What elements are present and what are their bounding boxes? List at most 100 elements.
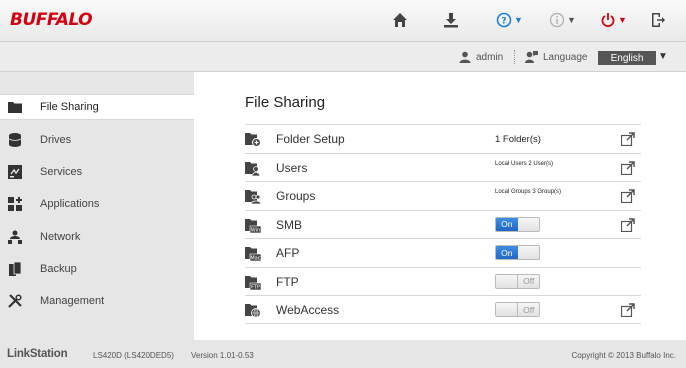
power-icon (601, 13, 615, 27)
row-label: Groups (276, 189, 316, 203)
toggle-on-label: On (496, 217, 518, 231)
svg-text:?: ? (501, 17, 506, 27)
win-folder-icon: Win (245, 218, 261, 233)
sidebar-item-label: Management (40, 295, 105, 307)
toggle-knob (496, 303, 517, 316)
folder-add-icon (245, 133, 261, 147)
info-menu-button[interactable]: ▼ (549, 9, 576, 31)
settings-row-afp[interactable]: Mac AFP On (245, 238, 641, 267)
row-label: SMB (276, 217, 303, 232)
language-dropdown-icon[interactable]: ▼ (658, 51, 668, 62)
sidebar-item-drives[interactable]: Drives (0, 127, 194, 153)
file-sharing-settings-list: Folder Setup 1 Folder(s) Users Local Use… (245, 124, 641, 324)
row-label: Folder Setup (276, 132, 345, 146)
home-icon (393, 13, 407, 27)
applications-icon (8, 197, 22, 211)
external-link-icon[interactable] (621, 189, 635, 203)
sidebar-item-services[interactable]: Services (0, 159, 194, 185)
download-button[interactable] (443, 9, 459, 31)
database-icon (8, 133, 22, 147)
sidebar-item-backup[interactable]: Backup (0, 256, 194, 282)
row-label: FTP (276, 274, 299, 289)
ftp-toggle[interactable]: Off (495, 273, 540, 289)
user-icon (459, 51, 471, 63)
external-link-icon[interactable] (621, 303, 635, 317)
sidebar-item-label: Backup (40, 263, 77, 275)
svg-text:Mac: Mac (250, 256, 260, 261)
logout-button[interactable] (650, 9, 666, 31)
buffalo-logo: BUFFALO (10, 10, 93, 30)
sidebar-item-management[interactable]: Management (0, 288, 194, 314)
page-title: File Sharing (245, 94, 326, 111)
firmware-version: Version 1.01-0.53 (191, 351, 254, 360)
help-menu-button[interactable]: ? ▼ (496, 9, 523, 31)
language-icon (525, 51, 538, 63)
group-folder-icon (245, 190, 261, 204)
user-bar: admin Language English ▼ (0, 42, 686, 72)
info-icon (549, 12, 565, 28)
help-caret-icon: ▼ (514, 15, 523, 25)
language-label: Language (543, 51, 588, 63)
settings-row-users[interactable]: Users Local Users 2 User(s) (245, 152, 641, 182)
sidebar-item-label: Applications (40, 198, 100, 210)
row-value: Local Users 2 User(s) (495, 160, 554, 167)
product-brand: LinkStation (7, 348, 68, 360)
webaccess-toggle[interactable]: Off (495, 302, 540, 317)
sidebar-item-applications[interactable]: Applications (0, 191, 194, 217)
settings-row-groups[interactable]: Groups Local Groups 3 Group(s) (245, 181, 641, 210)
afp-toggle[interactable]: On (495, 245, 540, 260)
external-link-icon[interactable] (621, 217, 635, 232)
backup-icon (8, 262, 22, 276)
user-folder-icon (245, 161, 261, 176)
toggle-off-label: Off (517, 303, 539, 316)
top-header: BUFFALO ? ▼ ▼ ▼ (0, 0, 686, 42)
toggle-knob (518, 246, 540, 259)
home-button[interactable] (392, 9, 408, 31)
sidebar-item-file-sharing[interactable]: File Sharing (0, 94, 196, 120)
toggle-on-label: On (496, 246, 518, 259)
settings-row-smb[interactable]: Win SMB On (245, 209, 641, 239)
services-icon (8, 165, 22, 179)
sidebar-item-label: Network (40, 231, 81, 243)
settings-row-folder-setup[interactable]: Folder Setup 1 Folder(s) (245, 124, 641, 153)
network-icon (8, 230, 22, 244)
svg-text:FTP: FTP (251, 284, 260, 289)
svg-text:Win: Win (251, 227, 260, 232)
sidebar-item-network[interactable]: Network (0, 224, 194, 250)
power-caret-icon: ▼ (618, 15, 627, 25)
external-link-icon[interactable] (621, 132, 635, 146)
settings-row-webaccess[interactable]: WebAccess Off (245, 295, 641, 324)
download-icon (444, 13, 458, 28)
settings-row-ftp[interactable]: FTP FTP Off (245, 266, 641, 296)
language-label-group: Language (525, 42, 588, 72)
help-icon: ? (496, 12, 512, 28)
sidebar-item-label: Drives (40, 134, 72, 146)
power-menu-button[interactable]: ▼ (600, 9, 627, 31)
sidebar-item-label: Services (40, 166, 83, 178)
row-value: Local Groups 3 Group(s) (495, 189, 562, 195)
toggle-knob (518, 218, 540, 231)
copyright: Copyright © 2013 Buffalo Inc. (571, 351, 676, 360)
sidebar-item-label: File Sharing (40, 101, 99, 113)
mac-folder-icon: Mac (245, 247, 261, 261)
row-label: Users (276, 160, 308, 175)
sidebar-nav: File Sharing Drives Services Application… (0, 72, 196, 340)
language-select[interactable]: English (598, 51, 656, 65)
external-link-icon[interactable] (621, 160, 635, 175)
row-label: AFP (276, 246, 300, 260)
toggle-knob (496, 275, 517, 288)
row-label: WebAccess (276, 303, 340, 317)
folder-icon (8, 100, 22, 114)
web-folder-icon (245, 304, 261, 318)
footer: LinkStation LS420D (LS420DED5) Version 1… (0, 340, 686, 368)
logout-icon (652, 13, 665, 27)
username-label: admin (476, 51, 504, 63)
model-name: LS420D (LS420DED5) (93, 351, 174, 360)
userbar-divider (514, 50, 515, 64)
smb-toggle[interactable]: On (495, 216, 540, 232)
toggle-off-label: Off (517, 274, 539, 288)
main-panel: File Sharing Folder Setup 1 Folder(s) Us… (194, 72, 686, 340)
info-caret-icon: ▼ (567, 15, 576, 25)
user-menu[interactable]: admin (459, 42, 503, 72)
ftp-folder-icon: FTP (245, 275, 261, 290)
